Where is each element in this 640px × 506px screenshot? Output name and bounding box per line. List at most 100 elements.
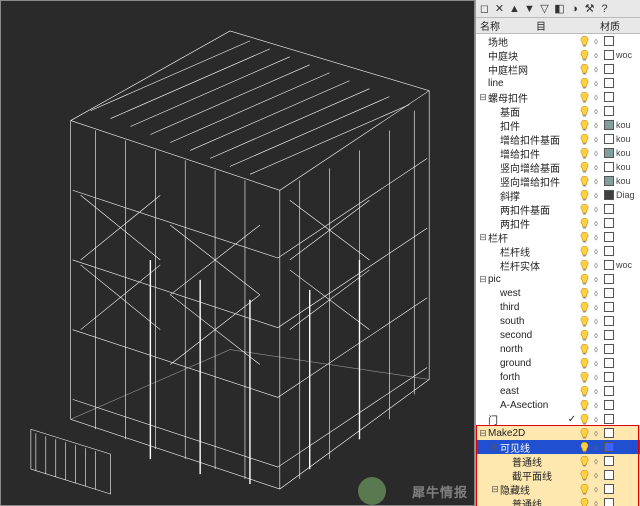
layer-row[interactable]: third⬨	[476, 300, 640, 314]
color-swatch[interactable]	[604, 36, 614, 46]
hammer-icon[interactable]: ⚒	[583, 2, 596, 15]
delete-layer-icon[interactable]: ✕	[493, 2, 506, 15]
lock-icon[interactable]: ⬨	[590, 372, 602, 383]
expander-icon[interactable]: ⊟	[478, 428, 488, 439]
viewport-3d[interactable]: 犀牛情报	[0, 0, 475, 506]
lock-icon[interactable]: ⬨	[590, 330, 602, 341]
lock-icon[interactable]: ⬨	[590, 386, 602, 397]
color-swatch[interactable]	[604, 456, 614, 466]
lock-icon[interactable]: ⬨	[590, 162, 602, 173]
lock-icon[interactable]: ⬨	[590, 246, 602, 257]
lock-icon[interactable]: ⬨	[590, 274, 602, 285]
lock-icon[interactable]: ⬨	[590, 204, 602, 215]
lock-icon[interactable]: ⬨	[590, 232, 602, 243]
layer-row[interactable]: 中庭块⬨woc	[476, 48, 640, 62]
color-swatch[interactable]	[604, 330, 614, 340]
color-swatch[interactable]	[604, 106, 614, 116]
layer-row[interactable]: 基面⬨	[476, 104, 640, 118]
layer-row[interactable]: A-Asection⬨	[476, 398, 640, 412]
layer-row[interactable]: 普通线⬨	[476, 496, 640, 506]
layer-row[interactable]: east⬨	[476, 384, 640, 398]
visibility-bulb-icon[interactable]	[578, 484, 590, 495]
filter-icon[interactable]: ▽	[538, 2, 551, 15]
lock-icon[interactable]: ⬨	[590, 358, 602, 369]
layer-row[interactable]: ⊟螺母扣件⬨	[476, 90, 640, 104]
color-swatch[interactable]	[604, 78, 614, 88]
color-swatch[interactable]	[604, 498, 614, 506]
color-swatch[interactable]	[604, 484, 614, 494]
color-swatch[interactable]	[604, 372, 614, 382]
lock-icon[interactable]: ⬨	[590, 176, 602, 187]
color-swatch[interactable]	[604, 120, 614, 130]
visibility-bulb-icon[interactable]	[578, 386, 590, 397]
visibility-bulb-icon[interactable]	[578, 134, 590, 145]
layer-row[interactable]: west⬨	[476, 286, 640, 300]
layer-row[interactable]: 增给扣件基面⬨kou	[476, 132, 640, 146]
lock-icon[interactable]: ⬨	[590, 78, 602, 89]
color-swatch[interactable]	[604, 470, 614, 480]
lock-icon[interactable]: ⬨	[590, 484, 602, 495]
color-swatch[interactable]	[604, 260, 614, 270]
lock-icon[interactable]: ⬨	[590, 316, 602, 327]
move-up-icon[interactable]: ▲	[508, 2, 521, 15]
lock-icon[interactable]: ⬨	[590, 456, 602, 467]
color-swatch[interactable]	[604, 218, 614, 228]
layer-row[interactable]: forth⬨	[476, 370, 640, 384]
color-swatch[interactable]	[604, 288, 614, 298]
lock-icon[interactable]: ⬨	[590, 218, 602, 229]
color-swatch[interactable]	[604, 246, 614, 256]
layer-row[interactable]: ⊟隐藏线⬨	[476, 482, 640, 496]
layer-row[interactable]: 截平面线⬨	[476, 468, 640, 482]
layer-list[interactable]: 场地⬨中庭块⬨woc中庭栏网⬨line⬨⊟螺母扣件⬨基面⬨扣件⬨kou增给扣件基…	[476, 34, 640, 506]
color-swatch[interactable]	[604, 134, 614, 144]
expander-icon[interactable]: ⊟	[478, 92, 488, 103]
layer-row[interactable]: 门✓⬨	[476, 412, 640, 426]
layer-row[interactable]: line⬨	[476, 76, 640, 90]
lock-icon[interactable]: ⬨	[590, 64, 602, 75]
visibility-bulb-icon[interactable]	[578, 344, 590, 355]
visibility-bulb-icon[interactable]	[578, 498, 590, 506]
layer-row[interactable]: 场地⬨	[476, 34, 640, 48]
help-icon[interactable]: ?	[598, 2, 611, 15]
color-swatch[interactable]	[604, 358, 614, 368]
new-layer-icon[interactable]: ◻	[478, 2, 491, 15]
visibility-bulb-icon[interactable]	[578, 372, 590, 383]
color-swatch[interactable]	[604, 386, 614, 396]
lock-icon[interactable]: ⬨	[590, 120, 602, 131]
expander-icon[interactable]: ⊟	[490, 484, 500, 495]
layer-row[interactable]: ⊟栏杆⬨	[476, 230, 640, 244]
layer-row[interactable]: 扣件⬨kou	[476, 118, 640, 132]
current-check[interactable]: ✓	[566, 414, 578, 425]
lock-icon[interactable]: ⬨	[590, 106, 602, 117]
layer-row[interactable]: second⬨	[476, 328, 640, 342]
lock-icon[interactable]: ⬨	[590, 344, 602, 355]
visibility-bulb-icon[interactable]	[578, 274, 590, 285]
visibility-bulb-icon[interactable]	[578, 162, 590, 173]
lock-icon[interactable]: ⬨	[590, 36, 602, 47]
color-swatch[interactable]	[604, 92, 614, 102]
move-down-icon[interactable]: ▼	[523, 2, 536, 15]
lock-icon[interactable]: ⬨	[590, 414, 602, 425]
color-swatch[interactable]	[604, 400, 614, 410]
expander-icon[interactable]: ⊟	[478, 232, 488, 243]
layer-row[interactable]: ⊟pic⬨	[476, 272, 640, 286]
layer-row[interactable]: 栏杆实体⬨woc	[476, 258, 640, 272]
layer-row[interactable]: 两扣件⬨	[476, 216, 640, 230]
visibility-bulb-icon[interactable]	[578, 414, 590, 425]
layer-row[interactable]: 两扣件基面⬨	[476, 202, 640, 216]
color-swatch[interactable]	[604, 232, 614, 242]
lock-icon[interactable]: ⬨	[590, 190, 602, 201]
visibility-bulb-icon[interactable]	[578, 400, 590, 411]
lock-icon[interactable]: ⬨	[590, 260, 602, 271]
color-swatch[interactable]	[604, 176, 614, 186]
visibility-bulb-icon[interactable]	[578, 218, 590, 229]
visibility-bulb-icon[interactable]	[578, 148, 590, 159]
color-swatch[interactable]	[604, 442, 614, 452]
color-swatch[interactable]	[604, 148, 614, 158]
lock-icon[interactable]: ⬨	[590, 428, 602, 439]
color-swatch[interactable]	[604, 50, 614, 60]
lock-icon[interactable]: ⬨	[590, 134, 602, 145]
visibility-bulb-icon[interactable]	[578, 64, 590, 75]
layer-row[interactable]: 斜撑⬨Diag	[476, 188, 640, 202]
visibility-bulb-icon[interactable]	[578, 246, 590, 257]
